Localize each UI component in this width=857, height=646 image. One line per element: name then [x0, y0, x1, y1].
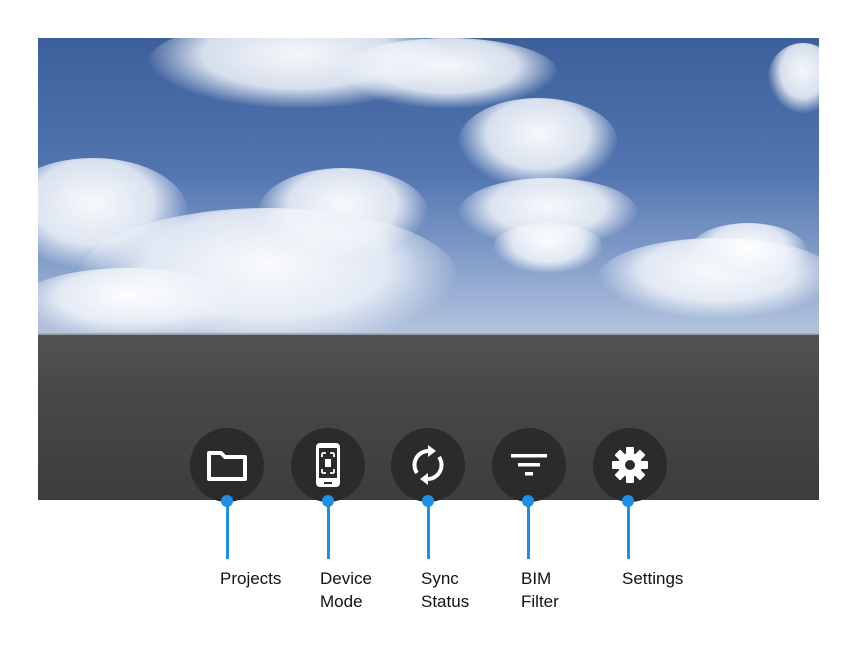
device-mode-callout-line — [326, 501, 330, 559]
settings-button[interactable] — [593, 428, 667, 502]
sync-status-label: Sync Status — [421, 569, 470, 611]
device-mode-label: Device Mode — [320, 569, 372, 611]
device-mode-button[interactable] — [291, 428, 365, 502]
projects-button[interactable] — [190, 428, 264, 502]
projects-callout-line — [225, 501, 229, 559]
sync-status-callout-line — [426, 501, 430, 559]
filter-icon — [509, 450, 549, 480]
folder-icon — [205, 447, 249, 483]
gear-icon — [610, 445, 650, 485]
settings-callout-line — [626, 501, 630, 559]
settings-label: Settings — [622, 569, 684, 588]
projects-label: Projects — [220, 569, 282, 588]
sync-status-button[interactable] — [391, 428, 465, 502]
sky-background — [38, 38, 819, 338]
bim-filter-button[interactable] — [492, 428, 566, 502]
phone-scan-icon — [313, 441, 343, 489]
sync-icon — [408, 445, 448, 485]
bim-filter-label: BIM Filter — [521, 569, 559, 611]
bim-filter-callout-line — [526, 501, 530, 559]
